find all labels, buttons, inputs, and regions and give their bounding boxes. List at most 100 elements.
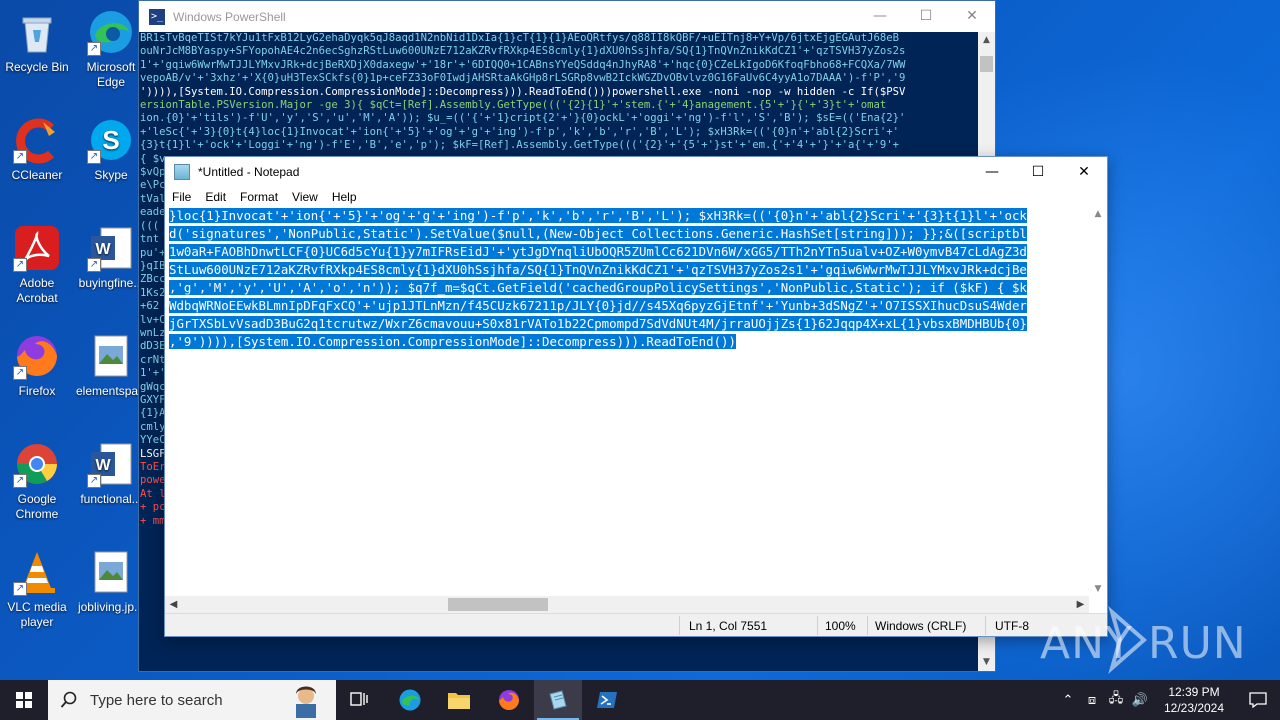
search-placeholder: Type here to search [90, 691, 223, 709]
shortcut-arrow-icon: ↗ [13, 258, 27, 272]
device-icon[interactable]: ⧈ [1080, 692, 1104, 708]
shortcut-arrow-icon: ↗ [87, 474, 101, 488]
notepad-titlebar[interactable]: *Untitled - Notepad — ☐ ✕ [165, 157, 1107, 187]
watermark-text-run: RUN [1148, 618, 1247, 669]
text-line: ,'9')))),[System.IO.Compression.Compress… [169, 334, 736, 349]
image-file-glyph [87, 548, 135, 596]
clock-date: 12/23/2024 [1163, 701, 1225, 715]
status-zoom: 100% [825, 619, 856, 633]
anyrun-watermark: ANY RUN [1040, 606, 1246, 676]
powershell-icon [597, 692, 617, 708]
text-line: jGrTXSbLvVsadD3BuG2q1tcrutwz/WxrZ6cmavou… [169, 316, 1027, 331]
shortcut-arrow-icon: ↗ [87, 42, 101, 56]
powershell-icon: >_ [149, 8, 165, 25]
taskbar-clock[interactable]: 12:39 PM 12/23/2024 [1152, 684, 1236, 716]
task-view-button[interactable] [336, 680, 384, 720]
scroll-down-arrow-icon[interactable]: ▼ [978, 654, 995, 671]
console-line: ')))),[System.IO.Compression.Compression… [140, 85, 906, 98]
status-encoding: UTF-8 [995, 619, 1029, 633]
menu-format[interactable]: Format [233, 190, 285, 204]
powershell-titlebar[interactable]: >_ Windows PowerShell — ☐ ✕ [139, 1, 995, 32]
notepad-menubar: File Edit Format View Help [165, 187, 1107, 207]
svg-text:W: W [95, 457, 111, 474]
firefox-icon [499, 690, 519, 710]
menu-file[interactable]: File [165, 190, 198, 204]
desktop-icon-label: Firefox [18, 384, 56, 398]
scroll-up-arrow-icon[interactable]: ▲ [978, 32, 995, 49]
ccleaner-shortcut-icon[interactable]: ↗ CCleaner [2, 116, 72, 183]
status-cursor-position: Ln 1, Col 7551 [689, 619, 768, 633]
menu-help[interactable]: Help [325, 190, 364, 204]
console-line: ouNrJcM8BYaspy+SFYopohAE4c2n6ecSghzRStLu… [140, 45, 906, 58]
vlc-shortcut-icon[interactable]: ↗ VLC media player [2, 548, 72, 630]
skype-glyph: S ↗ [87, 116, 135, 164]
console-line: 1'+'gqiw6WwrMwTJJLYMxvJRk+dcjBeRXDjX0dax… [140, 58, 906, 71]
edge-shortcut-icon[interactable]: ↗ Microsoft Edge [76, 8, 146, 90]
image-file-elementspa-icon[interactable]: elementspa... [76, 332, 146, 399]
close-button[interactable]: ✕ [949, 1, 995, 32]
shortcut-arrow-icon: ↗ [87, 150, 101, 164]
notepad-text-area[interactable]: }loc{1}Invocat'+'ion{'+'5}'+'og'+'g'+'in… [165, 207, 1089, 596]
image-file-jobliving-icon[interactable]: jobliving.jp... [76, 548, 146, 615]
adobe-acrobat-shortcut-icon[interactable]: ↗ Adobe Acrobat [2, 224, 72, 306]
notepad-window[interactable]: *Untitled - Notepad — ☐ ✕ File Edit Form… [164, 156, 1108, 637]
task-view-icon [350, 692, 368, 706]
notification-icon [1249, 692, 1267, 708]
desktop-icon-label: Microsoft Edge [86, 60, 136, 89]
chrome-shortcut-icon[interactable]: ↗ Google Chrome [2, 440, 72, 522]
taskbar-file-explorer[interactable] [435, 680, 483, 720]
taskbar-notepad[interactable] [534, 680, 582, 720]
taskbar-search-box[interactable]: Type here to search [48, 680, 336, 720]
vlc-cone-glyph: ↗ [13, 548, 61, 596]
status-line-endings: Windows (CRLF) [875, 619, 967, 633]
minimize-button[interactable]: — [857, 1, 903, 32]
image-file-glyph [87, 332, 135, 380]
edge-glyph: ↗ [87, 8, 135, 56]
skype-shortcut-icon[interactable]: S ↗ Skype [76, 116, 146, 183]
desktop-icon-label: Google Chrome [15, 492, 59, 521]
scroll-up-arrow-icon[interactable]: ▲ [1089, 209, 1107, 219]
taskbar-powershell[interactable] [583, 680, 631, 720]
desktop-icon-label: Recycle Bin [5, 60, 69, 74]
desktop-icon-label: VLC media player [7, 600, 67, 629]
ccleaner-glyph: ↗ [13, 116, 61, 164]
recycle-bin-icon[interactable]: Recycle Bin [2, 8, 72, 75]
word-doc-buyingfine-icon[interactable]: W ↗ buyingfine... [76, 224, 146, 291]
text-line: d('signatures','NonPublic,Static').SetVa… [169, 226, 1027, 241]
network-icon[interactable]: 🖧 [1104, 689, 1128, 711]
start-button[interactable] [0, 680, 48, 720]
acrobat-glyph: ↗ [13, 224, 61, 272]
scrollbar-thumb[interactable] [448, 598, 548, 611]
volume-icon[interactable]: 🔊 [1128, 692, 1152, 708]
word-doc-functional-icon[interactable]: W ↗ functional... [76, 440, 146, 507]
text-line: WdbqWRNoEEwkBLmnIpDFqFxCQ'+'ujp1JTLnMzn/… [169, 298, 1027, 313]
chevron-up-icon[interactable]: ⌃ [1056, 692, 1080, 708]
menu-edit[interactable]: Edit [198, 190, 233, 204]
taskbar-edge[interactable] [386, 680, 434, 720]
maximize-button[interactable]: ☐ [903, 1, 949, 32]
firefox-glyph: ↗ [13, 332, 61, 380]
notepad-icon [174, 164, 190, 180]
minimize-button[interactable]: — [969, 157, 1015, 187]
search-icon [60, 691, 78, 709]
maximize-button[interactable]: ☐ [1015, 157, 1061, 187]
firefox-shortcut-icon[interactable]: ↗ Firefox [2, 332, 72, 399]
shortcut-arrow-icon: ↗ [13, 150, 27, 164]
console-line: vepoAB/v'+'3xhz'+'X{0}uH3TexSCkfs{0}1p+c… [140, 72, 906, 85]
notepad-vertical-scrollbar[interactable]: ▲ ▼ [1089, 207, 1107, 596]
notepad-horizontal-scrollbar[interactable]: ◀ ▶ [165, 596, 1089, 613]
menu-view[interactable]: View [285, 190, 325, 204]
notepad-icon [549, 690, 567, 710]
console-line: {3}t{1}l'+'ock'+'Loggi'+'ng')-f'E','B','… [140, 139, 899, 152]
scrollbar-thumb[interactable] [980, 56, 993, 72]
folder-icon [448, 693, 470, 709]
console-line: ion.{0}'+'tils')-f'U','y','S','u','M','A… [140, 112, 906, 125]
notification-button[interactable] [1236, 680, 1280, 720]
scroll-down-arrow-icon[interactable]: ▼ [1089, 584, 1107, 594]
shortcut-arrow-icon: ↗ [87, 258, 101, 272]
taskbar-firefox[interactable] [485, 680, 533, 720]
console-line: ersionTable.PSVersion.Major -ge 3){ $qCt… [140, 99, 887, 112]
close-button[interactable]: ✕ [1061, 157, 1107, 187]
recycle-bin-glyph [13, 8, 61, 56]
scroll-left-arrow-icon[interactable]: ◀ [165, 596, 182, 613]
